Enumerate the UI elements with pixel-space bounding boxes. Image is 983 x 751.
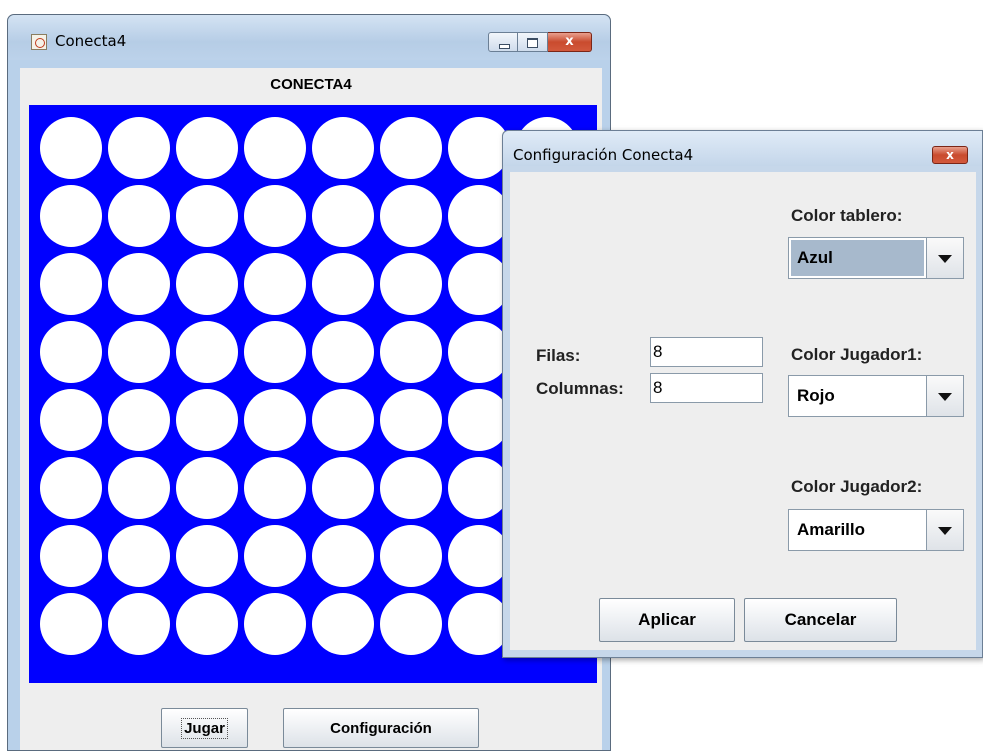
rows-field[interactable]: 8 (650, 337, 763, 367)
board-cell[interactable] (312, 593, 374, 655)
board-cell[interactable] (108, 185, 170, 247)
dialog-title: Configuración Conecta4 (513, 146, 694, 164)
board-cell[interactable] (40, 457, 102, 519)
board-cell[interactable] (380, 457, 442, 519)
board-cell[interactable] (40, 321, 102, 383)
apply-button[interactable]: Aplicar (599, 598, 735, 642)
board-cell[interactable] (312, 185, 374, 247)
board-cell[interactable] (448, 321, 510, 383)
board-cell[interactable] (244, 525, 306, 587)
board-cell[interactable] (176, 185, 238, 247)
board-cell[interactable] (244, 185, 306, 247)
board-cell[interactable] (244, 321, 306, 383)
board-cell[interactable] (40, 253, 102, 315)
board-cell[interactable] (448, 593, 510, 655)
board-cell[interactable] (176, 593, 238, 655)
rows-label: Filas: (536, 346, 581, 365)
chevron-down-icon[interactable] (926, 376, 963, 416)
board-cell[interactable] (448, 525, 510, 587)
board-cell[interactable] (312, 525, 374, 587)
board-cell[interactable] (380, 525, 442, 587)
columns-field[interactable]: 8 (650, 373, 763, 403)
board-cell[interactable] (380, 253, 442, 315)
apply-button-label: Aplicar (638, 610, 696, 629)
board-cell[interactable] (108, 389, 170, 451)
board-cell[interactable] (40, 117, 102, 179)
board-cell[interactable] (380, 185, 442, 247)
board-cell[interactable] (40, 185, 102, 247)
player2-color-value: Amarillo (797, 520, 866, 539)
chevron-down-icon[interactable] (926, 238, 963, 278)
window-controls: x (488, 32, 592, 52)
board-cell[interactable] (244, 389, 306, 451)
close-icon: x (565, 34, 574, 49)
close-button[interactable]: x (548, 32, 592, 52)
java-app-icon[interactable] (31, 34, 47, 50)
board-cell[interactable] (176, 525, 238, 587)
board-cell[interactable] (108, 525, 170, 587)
board-cell[interactable] (176, 457, 238, 519)
window-title: Conecta4 (55, 32, 127, 50)
board-cell[interactable] (176, 321, 238, 383)
board-color-label: Color tablero: (791, 206, 903, 225)
board-cell[interactable] (244, 117, 306, 179)
board-cell[interactable] (108, 321, 170, 383)
player1-color-label: Color Jugador1: (791, 345, 923, 364)
minimize-icon[interactable] (488, 32, 518, 52)
board-cell[interactable] (312, 117, 374, 179)
main-title-bar[interactable]: Conecta4 x (8, 15, 610, 60)
game-heading: CONECTA4 (270, 76, 352, 93)
board-cell[interactable] (380, 593, 442, 655)
board-cell[interactable] (448, 253, 510, 315)
board-cell[interactable] (380, 389, 442, 451)
play-button[interactable]: Jugar (161, 708, 248, 748)
player2-color-select[interactable]: Amarillo (788, 509, 964, 551)
board-cell[interactable] (108, 253, 170, 315)
board-cell[interactable] (40, 389, 102, 451)
board-color-value: Azul (791, 240, 924, 276)
player2-color-label: Color Jugador2: (791, 477, 923, 496)
board-color-select[interactable]: Azul (788, 237, 964, 279)
board-cell[interactable] (448, 457, 510, 519)
board-cell[interactable] (312, 457, 374, 519)
player1-color-value: Rojo (797, 386, 835, 405)
board-cell[interactable] (448, 389, 510, 451)
board-cell[interactable] (312, 321, 374, 383)
board-cell[interactable] (176, 253, 238, 315)
board-cell[interactable] (244, 457, 306, 519)
configuration-button-label: Configuración (330, 719, 432, 737)
board-cell[interactable] (244, 253, 306, 315)
columns-label: Columnas: (536, 379, 624, 398)
configuration-button[interactable]: Configuración (283, 708, 479, 748)
dialog-title-bar[interactable]: Configuración Conecta4 x (503, 131, 982, 166)
board-cell[interactable] (448, 117, 510, 179)
board-cell[interactable] (312, 389, 374, 451)
board-cell[interactable] (176, 389, 238, 451)
play-button-label: Jugar (181, 717, 228, 739)
maximize-icon[interactable] (518, 32, 548, 52)
board-cell[interactable] (244, 593, 306, 655)
board-cell[interactable] (380, 321, 442, 383)
board-cell[interactable] (40, 593, 102, 655)
board-cell[interactable] (108, 117, 170, 179)
dialog-content: Color tablero: Azul Filas: 8 Columnas: 8… (510, 172, 976, 650)
cancel-button[interactable]: Cancelar (744, 598, 897, 642)
cancel-button-label: Cancelar (784, 610, 857, 629)
board-cell[interactable] (312, 253, 374, 315)
board-grid (37, 114, 581, 658)
board-cell[interactable] (448, 185, 510, 247)
board-cell[interactable] (40, 525, 102, 587)
board-cell[interactable] (108, 593, 170, 655)
board-cell[interactable] (108, 457, 170, 519)
player1-color-select[interactable]: Rojo (788, 375, 964, 417)
board-cell[interactable] (380, 117, 442, 179)
config-dialog: Configuración Conecta4 x Color tablero: … (502, 130, 983, 658)
dialog-close-icon[interactable]: x (932, 146, 968, 164)
chevron-down-icon[interactable] (926, 510, 963, 550)
board-cell[interactable] (176, 117, 238, 179)
